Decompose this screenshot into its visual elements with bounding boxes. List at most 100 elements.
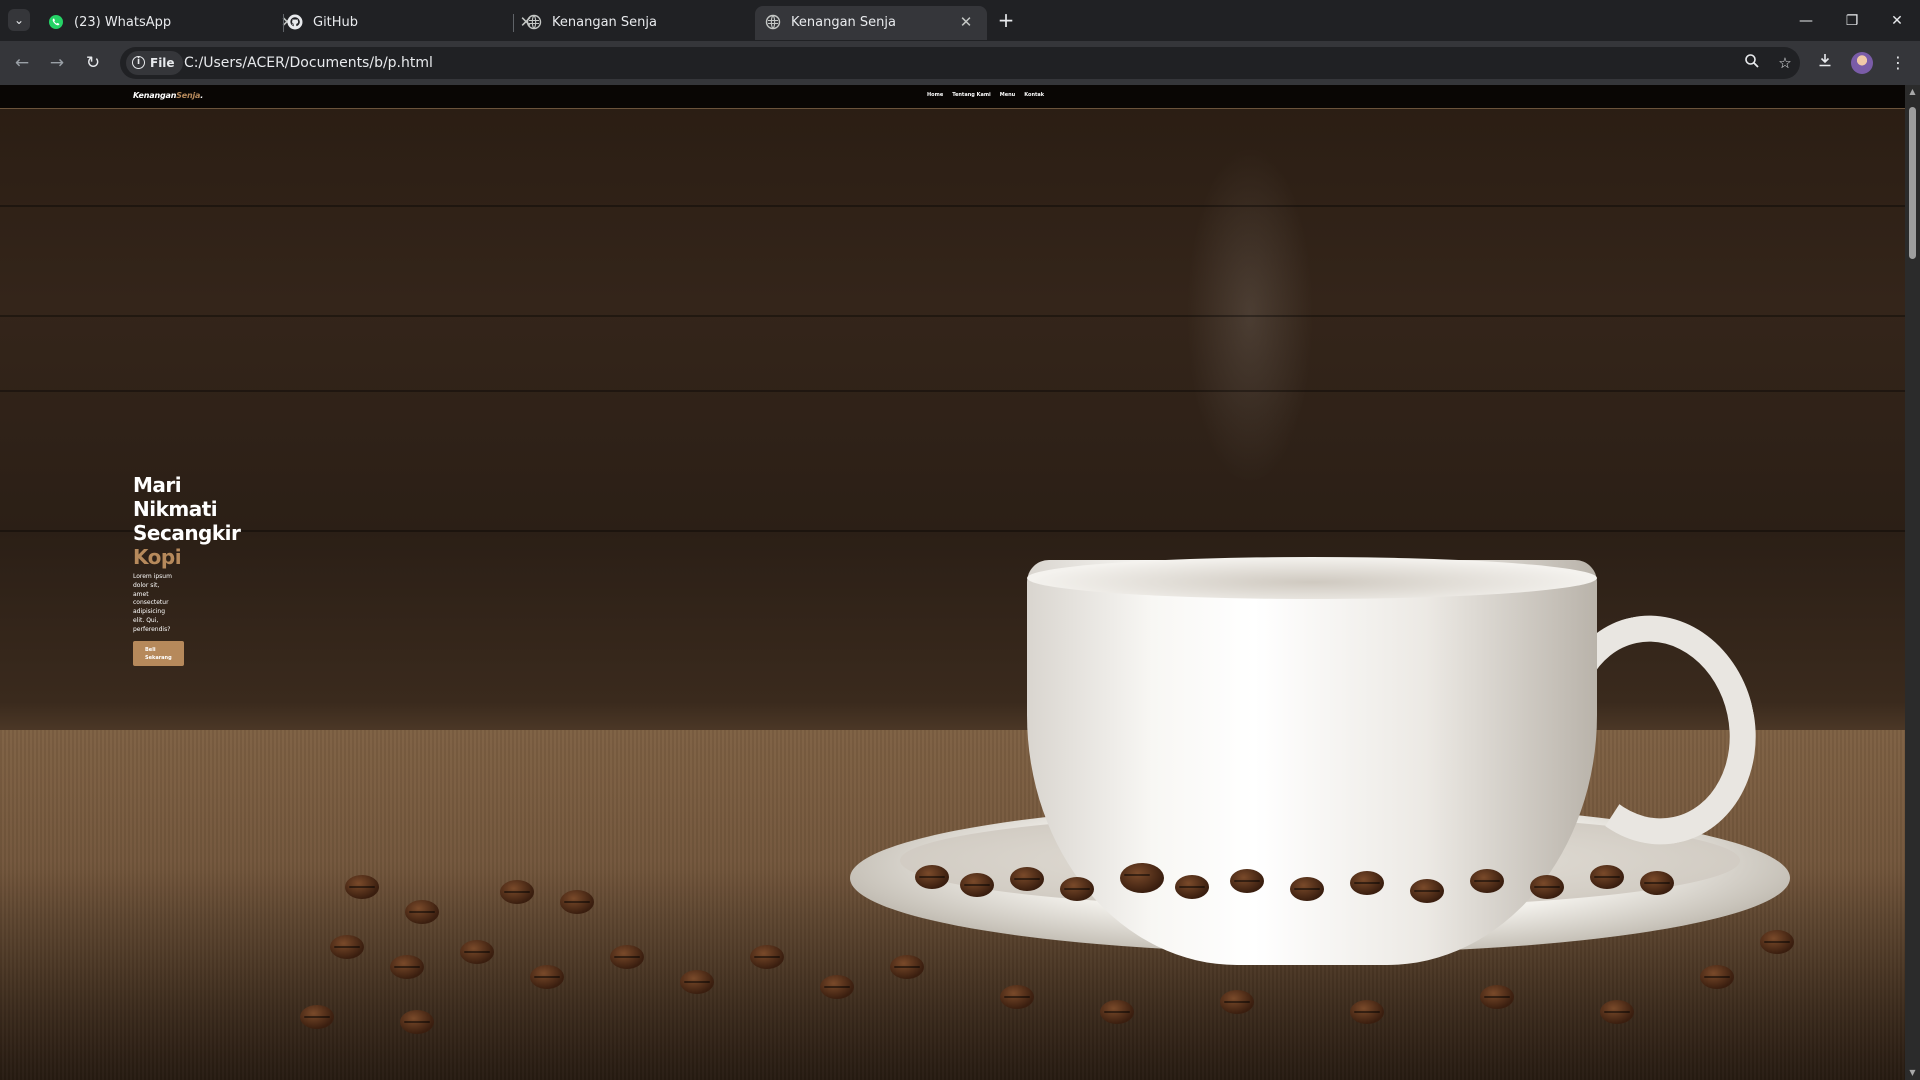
background-plank-line	[0, 205, 1905, 207]
url-text[interactable]: C:/Users/ACER/Documents/b/p.html	[184, 47, 433, 79]
tab-close-icon[interactable]: ✕	[957, 13, 975, 31]
coffee-bean-image	[560, 890, 594, 914]
coffee-bean-image	[610, 945, 644, 969]
profile-avatar[interactable]	[1851, 52, 1873, 74]
tab-title: GitHub	[313, 15, 359, 30]
globe-icon	[526, 14, 542, 30]
hero-content: Mari Nikmati Secangkir Kopi Lorem ipsum …	[133, 473, 253, 666]
zoom-icon[interactable]	[1742, 53, 1762, 73]
tab-whatsapp[interactable]: (23) WhatsApp ✕	[38, 6, 308, 40]
hero-section	[0, 85, 1905, 1080]
address-bar[interactable]: i File C:/Users/ACER/Documents/b/p.html …	[120, 47, 1800, 79]
site-logo[interactable]: KenanganSenja.	[133, 91, 203, 100]
coffee-bean-image	[460, 940, 494, 964]
coffee-bean-image	[1640, 871, 1674, 895]
background-plank-line	[0, 530, 1905, 532]
coffee-cup-image	[1027, 560, 1597, 965]
logo-text-dot: .	[200, 91, 204, 100]
coffee-bean-image	[820, 975, 854, 999]
nav-link-tentang-kami[interactable]: Tentang Kami	[952, 92, 991, 98]
scheme-label: File	[150, 56, 175, 70]
headline-accent-word: Kopi	[133, 545, 182, 569]
browser-tab-strip: ⌄ (23) WhatsApp ✕ GitHub ✕ Kenangan Senj…	[0, 0, 1920, 41]
coffee-bean-image	[390, 955, 424, 979]
coffee-bean-image	[1700, 965, 1734, 989]
coffee-bean-image	[1530, 875, 1564, 899]
scrollbar-thumb[interactable]	[1909, 107, 1916, 259]
page-viewport: KenanganSenja. Home Tentang Kami Menu Ko…	[0, 85, 1905, 1080]
bookmark-star-icon[interactable]: ☆	[1775, 53, 1795, 73]
page-scrollbar[interactable]: ▲ ▼	[1905, 85, 1920, 1080]
coffee-bean-image	[750, 945, 784, 969]
site-navbar: KenanganSenja. Home Tentang Kami Menu Ko…	[0, 85, 1905, 109]
coffee-bean-image	[1600, 1000, 1634, 1024]
tab-kenangan-senja-active[interactable]: Kenangan Senja ✕	[755, 6, 987, 40]
tab-divider	[513, 14, 514, 32]
coffee-bean-image	[1060, 877, 1094, 901]
close-window-icon[interactable]: ✕	[1874, 8, 1920, 34]
coffee-bean-image	[400, 1010, 434, 1034]
coffee-bean-image	[300, 1005, 334, 1029]
hero-paragraph: Lorem ipsum dolor sit, amet consectetur …	[133, 573, 172, 633]
browser-toolbar: ← → ↻ i File C:/Users/ACER/Documents/b/p…	[0, 41, 1920, 85]
coffee-bean-image	[1220, 990, 1254, 1014]
logo-text-primary: Kenangan	[133, 91, 177, 100]
coffee-bean-image	[1230, 869, 1264, 893]
forward-icon[interactable]: →	[45, 51, 69, 75]
coffee-bean-image	[1175, 875, 1209, 899]
globe-icon	[765, 14, 781, 30]
logo-text-accent: Senja	[176, 91, 201, 100]
nav-link-menu[interactable]: Menu	[1000, 92, 1016, 98]
hero-headline: Mari Nikmati Secangkir Kopi	[133, 473, 253, 569]
back-icon[interactable]: ←	[10, 51, 34, 75]
tab-github[interactable]: GitHub ✕	[277, 6, 547, 40]
coffee-bean-image	[1470, 869, 1504, 893]
coffee-bean-image	[1350, 1000, 1384, 1024]
headline-line: Mari	[133, 473, 182, 497]
site-nav-links: Home Tentang Kami Menu Kontak	[927, 92, 1044, 98]
github-icon	[287, 14, 303, 30]
restore-icon[interactable]: ❐	[1829, 8, 1875, 34]
tab-title: Kenangan Senja	[791, 15, 896, 30]
minimize-icon[interactable]: —	[1783, 8, 1829, 34]
download-icon[interactable]	[1813, 51, 1837, 75]
reload-icon[interactable]: ↻	[81, 51, 105, 75]
nav-link-kontak[interactable]: Kontak	[1024, 92, 1044, 98]
coffee-bean-image	[330, 935, 364, 959]
coffee-bean-image	[1590, 865, 1624, 889]
coffee-bean-image	[680, 970, 714, 994]
tab-title: (23) WhatsApp	[74, 15, 172, 30]
coffee-bean-image	[1410, 879, 1444, 903]
scroll-down-arrow-icon[interactable]: ▼	[1908, 1068, 1917, 1078]
beli-sekarang-button[interactable]: Beli Sekarang	[133, 640, 184, 666]
coffee-bean-image	[405, 900, 439, 924]
coffee-bean-image	[500, 880, 534, 904]
coffee-bean-image	[1760, 930, 1794, 954]
coffee-bean-image	[915, 865, 949, 889]
nav-link-home[interactable]: Home	[927, 92, 943, 98]
background-plank-line	[0, 390, 1905, 392]
info-icon: i	[132, 56, 145, 69]
coffee-bean-image	[1480, 985, 1514, 1009]
coffee-bean-image	[1290, 877, 1324, 901]
coffee-bean-image	[1100, 1000, 1134, 1024]
tab-title: Kenangan Senja	[552, 15, 657, 30]
coffee-bean-image	[890, 955, 924, 979]
coffee-bean-image	[1000, 985, 1034, 1009]
coffee-bean-image	[960, 873, 994, 897]
coffee-bean-image	[1010, 867, 1044, 891]
coffee-cup-rim-image	[1027, 557, 1597, 599]
headline-line: Secangkir	[133, 521, 241, 545]
menu-kebab-icon[interactable]: ⋮	[1886, 51, 1910, 75]
tab-search-button[interactable]: ⌄	[8, 9, 30, 31]
site-info-chip[interactable]: i File	[126, 51, 183, 75]
background-plank-line	[0, 315, 1905, 317]
headline-line: Nikmati	[133, 497, 218, 521]
coffee-bean-image	[530, 965, 564, 989]
new-tab-button[interactable]: +	[993, 8, 1019, 34]
whatsapp-icon	[49, 15, 63, 29]
tab-kenangan-senja-1[interactable]: Kenangan Senja ✕	[516, 6, 786, 40]
coffee-bean-image	[1120, 863, 1164, 893]
coffee-bean-image	[345, 875, 379, 899]
scroll-up-arrow-icon[interactable]: ▲	[1908, 87, 1917, 97]
